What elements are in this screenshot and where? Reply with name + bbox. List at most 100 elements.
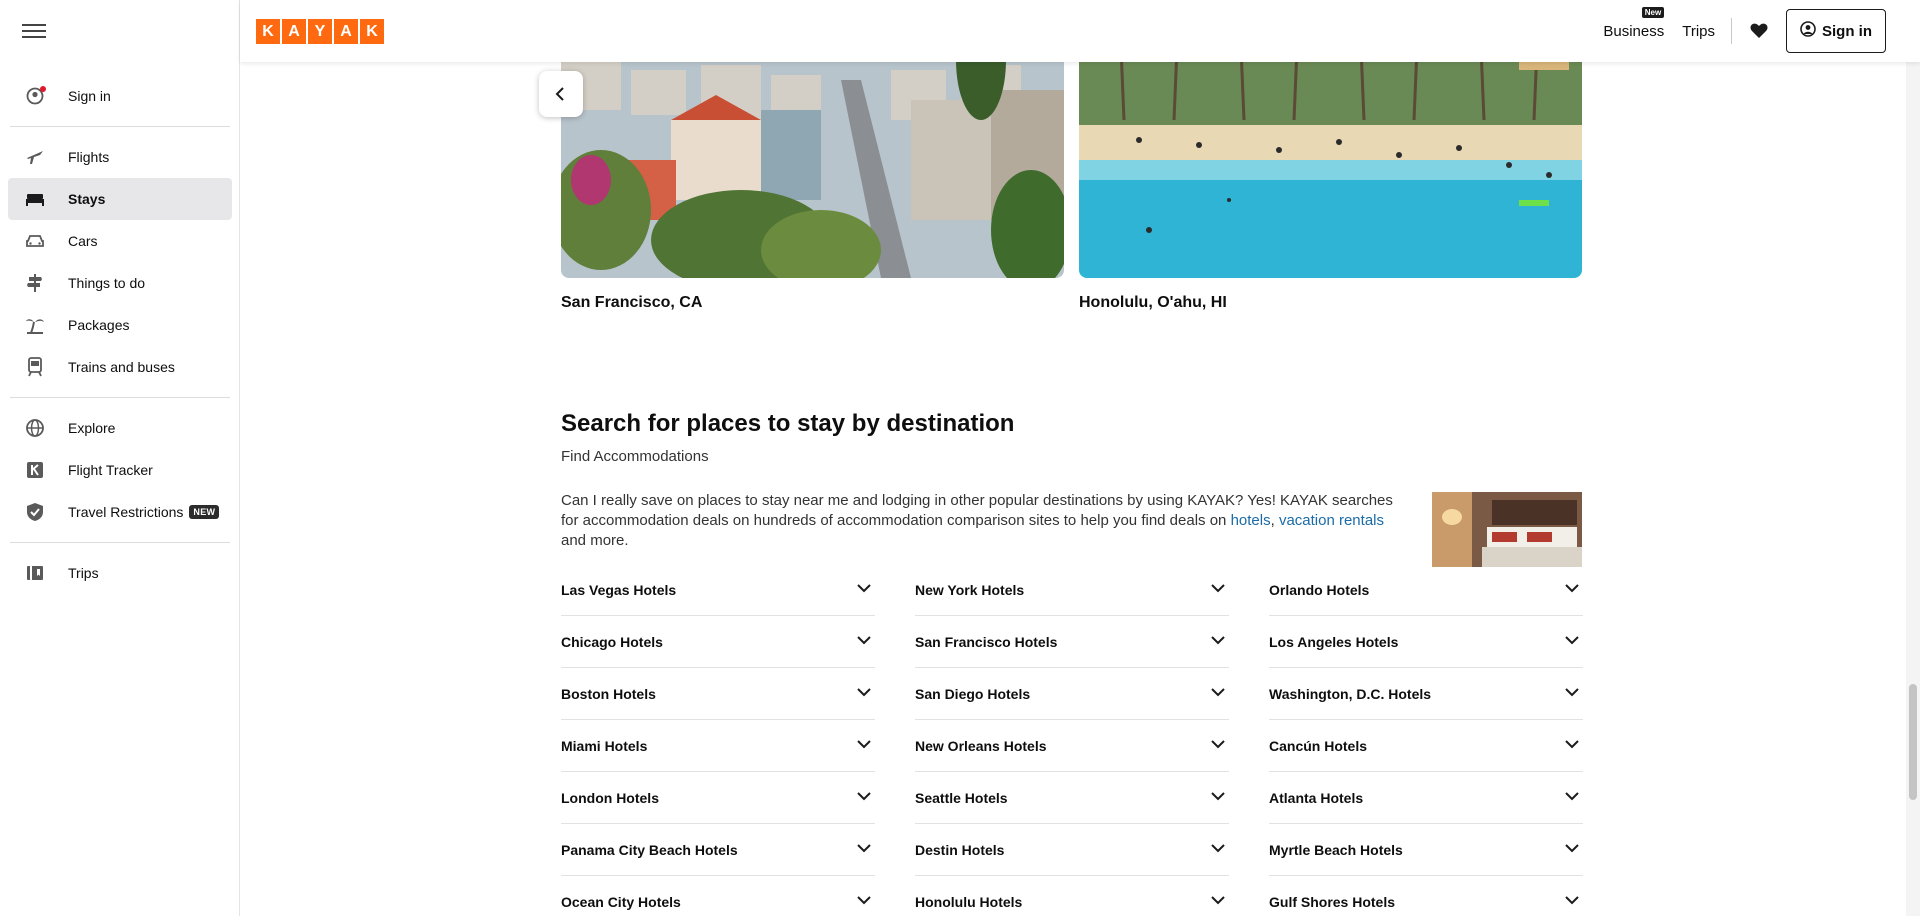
- sidebar-item-label: Cars: [68, 233, 98, 249]
- destination-row[interactable]: Boston Hotels: [561, 668, 875, 720]
- chevron-down-icon: [1563, 787, 1581, 808]
- sidebar-item-label: Things to do: [68, 275, 146, 291]
- destination-label: Washington, D.C. Hotels: [1269, 685, 1432, 702]
- user-icon: [1800, 21, 1816, 41]
- destination-label: London Hotels: [561, 789, 659, 806]
- chevron-down-icon: [1209, 839, 1227, 860]
- destination-label: Honolulu Hotels: [915, 893, 1023, 910]
- destination-row[interactable]: Los Angeles Hotels: [1269, 616, 1583, 668]
- chevron-left-icon: [555, 87, 564, 101]
- trips-link[interactable]: Trips: [1682, 23, 1715, 40]
- hotel-room-image: [1432, 492, 1582, 567]
- sidebar-divider: [10, 126, 230, 127]
- sidebar-item-label: Travel Restrictions: [68, 504, 184, 520]
- card-caption[interactable]: Honolulu, O'ahu, HI: [1079, 294, 1227, 312]
- logo-letter: K: [256, 19, 280, 44]
- sidebar-item-cars[interactable]: Cars: [8, 220, 232, 262]
- business-label: Business: [1603, 22, 1665, 40]
- destination-row[interactable]: Atlanta Hotels: [1269, 772, 1583, 824]
- destination-row[interactable]: Ocean City Hotels: [561, 876, 875, 916]
- section-title: Search for places to stay by destination: [561, 410, 1015, 437]
- sidebar-item-label: Flights: [68, 149, 110, 165]
- chevron-down-icon: [1563, 579, 1581, 600]
- new-badge: New: [1641, 6, 1665, 18]
- sidebar-item-trains-and-buses[interactable]: Trains and buses: [8, 346, 232, 388]
- sign-in-button[interactable]: Sign in: [1786, 9, 1886, 53]
- destination-row[interactable]: New York Hotels: [915, 564, 1229, 616]
- destination-label: Gulf Shores Hotels: [1269, 893, 1396, 910]
- sidebar-divider: [10, 397, 230, 398]
- chevron-down-icon: [1563, 631, 1581, 652]
- sidebar-item-label: Trips: [68, 565, 99, 581]
- destination-row[interactable]: San Francisco Hotels: [915, 616, 1229, 668]
- destination-label: Myrtle Beach Hotels: [1269, 841, 1403, 858]
- destination-row[interactable]: Panama City Beach Hotels: [561, 824, 875, 876]
- hotels-link[interactable]: hotels: [1231, 512, 1271, 529]
- car-icon: [24, 230, 46, 252]
- destination-row[interactable]: Seattle Hotels: [915, 772, 1229, 824]
- sidebar-item-stays[interactable]: Stays: [8, 178, 232, 220]
- sidebar-item-flights[interactable]: Flights: [8, 136, 232, 178]
- destination-row[interactable]: Chicago Hotels: [561, 616, 875, 668]
- plane-icon: [24, 146, 46, 168]
- destination-row[interactable]: Washington, D.C. Hotels: [1269, 668, 1583, 720]
- chevron-down-icon: [855, 735, 873, 756]
- destination-row[interactable]: London Hotels: [561, 772, 875, 824]
- chevron-down-icon: [855, 891, 873, 912]
- destination-label: Los Angeles Hotels: [1269, 633, 1399, 650]
- section-description: Can I really save on places to stay near…: [561, 491, 1397, 551]
- carousel-prev-button[interactable]: [539, 71, 583, 117]
- sidebar-nav: Sign in Flights Stays Cars Things to do: [8, 75, 232, 594]
- header-divider: [1731, 18, 1732, 44]
- kayak-logo[interactable]: K A Y A K: [256, 19, 384, 44]
- destination-label: Seattle Hotels: [915, 789, 1008, 806]
- vacation-rentals-link[interactable]: vacation rentals: [1279, 512, 1384, 529]
- chevron-down-icon: [1209, 735, 1227, 756]
- sidebar-item-flight-tracker[interactable]: Flight Tracker: [8, 449, 232, 491]
- destination-row[interactable]: Miami Hotels: [561, 720, 875, 772]
- chevron-down-icon: [1209, 579, 1227, 600]
- destination-label: New York Hotels: [915, 581, 1025, 598]
- destination-row[interactable]: Myrtle Beach Hotels: [1269, 824, 1583, 876]
- destination-label: Chicago Hotels: [561, 633, 663, 650]
- menu-icon[interactable]: [22, 20, 46, 40]
- sidebar-item-packages[interactable]: Packages: [8, 304, 232, 346]
- desc-text: and more.: [561, 532, 629, 549]
- chevron-down-icon: [1563, 891, 1581, 912]
- destination-row[interactable]: Honolulu Hotels: [915, 876, 1229, 916]
- destination-row[interactable]: Destin Hotels: [915, 824, 1229, 876]
- destination-label: Cancún Hotels: [1269, 737, 1368, 754]
- user-icon: [24, 85, 46, 107]
- chevron-down-icon: [1563, 683, 1581, 704]
- chevron-down-icon: [1209, 787, 1227, 808]
- destination-row[interactable]: San Diego Hotels: [915, 668, 1229, 720]
- sidebar-item-label: Sign in: [68, 88, 111, 104]
- destination-row[interactable]: Las Vegas Hotels: [561, 564, 875, 616]
- sidebar-item-things-to-do[interactable]: Things to do: [8, 262, 232, 304]
- heart-icon[interactable]: [1748, 20, 1770, 42]
- scrollbar[interactable]: [1906, 0, 1920, 916]
- sidebar-item-trips[interactable]: Trips: [8, 552, 232, 594]
- scrollbar-thumb[interactable]: [1909, 684, 1917, 800]
- chevron-down-icon: [855, 787, 873, 808]
- chevron-down-icon: [1209, 891, 1227, 912]
- destination-row[interactable]: New Orleans Hotels: [915, 720, 1229, 772]
- sidebar-item-explore[interactable]: Explore: [8, 407, 232, 449]
- sidebar-divider: [10, 542, 230, 543]
- new-badge: NEW: [189, 505, 220, 519]
- business-link[interactable]: Business New: [1603, 6, 1665, 40]
- sidebar-item-label: Packages: [68, 317, 130, 333]
- chevron-down-icon: [855, 631, 873, 652]
- card-caption[interactable]: San Francisco, CA: [561, 294, 702, 312]
- signpost-icon: [24, 272, 46, 294]
- destination-row[interactable]: Gulf Shores Hotels: [1269, 876, 1583, 916]
- destination-row[interactable]: Orlando Hotels: [1269, 564, 1583, 616]
- sidebar-item-label: Stays: [68, 191, 106, 207]
- shield-icon: [24, 501, 46, 523]
- section-subtitle: Find Accommodations: [561, 448, 709, 465]
- sidebar-item-sign-in[interactable]: Sign in: [8, 75, 232, 117]
- sidebar-item-travel-restrictions[interactable]: Travel Restrictions NEW: [8, 491, 232, 533]
- destination-label: Las Vegas Hotels: [561, 581, 677, 598]
- destination-row[interactable]: Cancún Hotels: [1269, 720, 1583, 772]
- chevron-down-icon: [1209, 683, 1227, 704]
